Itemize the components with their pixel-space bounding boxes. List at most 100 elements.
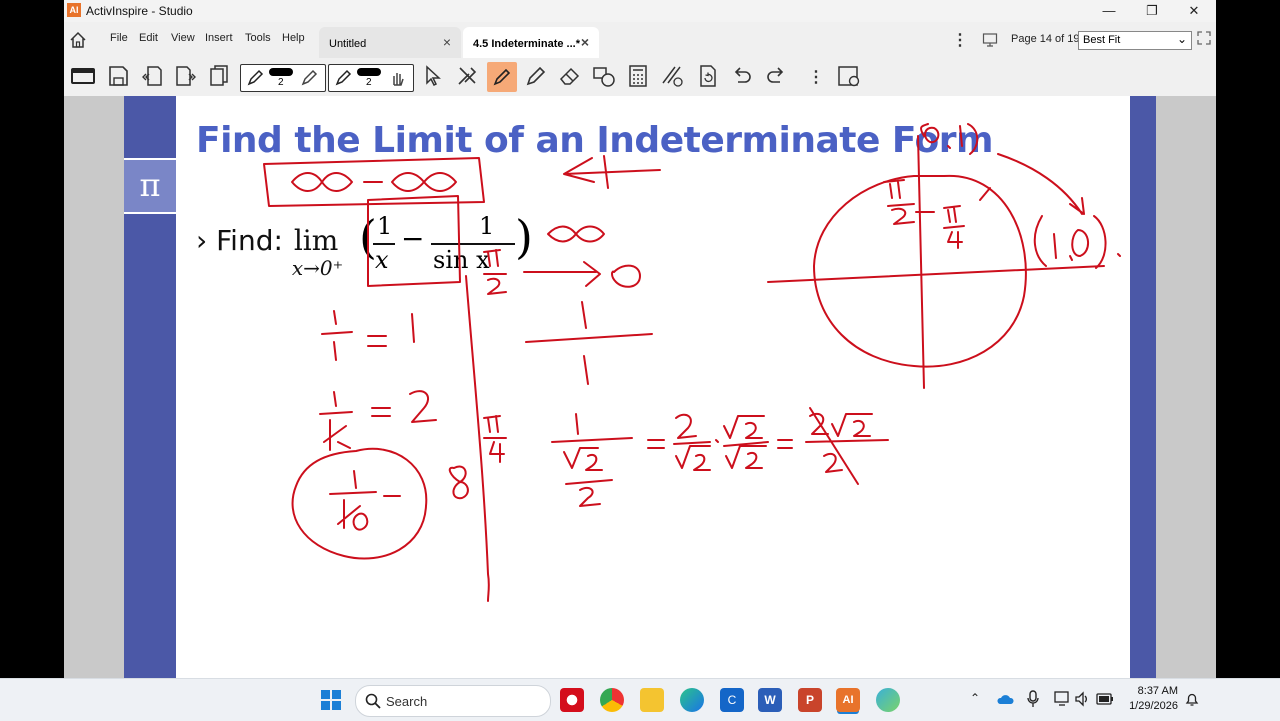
eraser-icon[interactable] [557, 63, 583, 89]
tab-label: Untitled [329, 38, 367, 50]
close-tab-icon[interactable]: × [443, 34, 451, 50]
ink-arrow-to-10 [997, 153, 1085, 215]
close-window-button[interactable]: ✕ [1174, 2, 1214, 20]
ink-circle-pi-over-2 [883, 179, 915, 225]
zoom-value: Best Fit [1083, 34, 1121, 46]
title-bar: AI ActivInspire - Studio — ❐ ✕ [64, 0, 1216, 22]
minimize-button[interactable]: — [1089, 2, 1129, 20]
main-menu-icon[interactable] [70, 63, 96, 89]
tools-icon[interactable] [454, 63, 480, 89]
ink-point-10 [1033, 215, 1121, 269]
more-options-icon[interactable]: ⋮ [952, 30, 968, 50]
pen-color-swatch[interactable] [357, 68, 381, 76]
toolbar-more-icon[interactable]: ⋮ [808, 67, 824, 87]
hand-icon[interactable] [387, 68, 407, 88]
menu-bar: File Edit View Insert Tools Help Untitle… [64, 22, 1216, 58]
search-placeholder: Search [386, 694, 428, 709]
onedrive-icon[interactable] [996, 692, 1014, 706]
calculator-icon[interactable] [625, 63, 651, 89]
maximize-button[interactable]: ❐ [1132, 2, 1172, 20]
toolbar: 2 2 ⋮ [64, 58, 1216, 97]
teams-icon[interactable]: C [720, 688, 744, 712]
ink-frac-one-one [321, 310, 415, 361]
ink-equals-2 [777, 439, 793, 449]
activinspire-app-icon: AI [67, 3, 81, 17]
window-title: ActivInspire - Studio [86, 4, 193, 18]
zoom-select[interactable]: Best Fit ⌄ [1078, 31, 1192, 50]
toolbar-settings-icon[interactable] [836, 63, 862, 89]
search-icon [365, 693, 381, 709]
ink-sqrt2-over-sqrt2 [723, 415, 769, 469]
ink-infinity-top [547, 225, 605, 243]
home-icon[interactable] [68, 30, 88, 50]
shapes-icon[interactable] [591, 63, 617, 89]
ink-x-axis [767, 265, 1105, 283]
flipchart-stage[interactable]: π Find the Limit of an Indeterminate For… [64, 96, 1216, 678]
powerpoint-icon[interactable]: P [798, 688, 822, 712]
activinspire-taskbar-icon[interactable]: AI [836, 688, 860, 712]
pen-tool-group-1[interactable]: 2 [240, 64, 326, 92]
highlighter-icon[interactable] [523, 63, 549, 89]
file-explorer-icon[interactable] [640, 688, 664, 712]
chrome-icon[interactable] [600, 688, 624, 712]
display-icon[interactable] [1054, 691, 1072, 707]
presentation-icon[interactable] [982, 32, 998, 48]
menu-view[interactable]: View [171, 32, 195, 44]
taskbar: Search C W P AI ⌃ 8:37 AM 1/29/2026 [0, 678, 1280, 721]
page-indicator: Page 14 of 19 [1011, 33, 1080, 45]
taskbar-search[interactable]: Search [355, 685, 551, 717]
word-icon[interactable]: W [758, 688, 782, 712]
save-icon[interactable] [105, 63, 131, 89]
ink-dot [715, 439, 719, 443]
ink-pi-over-2 [483, 249, 507, 295]
menu-tools[interactable]: Tools [245, 32, 271, 44]
pen-icon [493, 68, 511, 86]
ink-y-axis [917, 135, 925, 389]
previous-page-icon[interactable] [139, 63, 165, 89]
next-page-icon[interactable] [173, 63, 199, 89]
pen-tool-group-2[interactable]: 2 [328, 64, 414, 92]
reset-page-icon[interactable] [695, 63, 721, 89]
battery-icon[interactable] [1096, 692, 1114, 706]
ink-infinity-right [391, 172, 457, 192]
redo-icon[interactable] [763, 63, 789, 89]
menu-file[interactable]: File [110, 32, 128, 44]
volume-icon[interactable] [1074, 691, 1090, 707]
ink-two-sqrt2-over-2 [805, 407, 889, 485]
ink-pi-over-4 [483, 415, 507, 463]
ink-infinity-rotated [448, 465, 469, 500]
edge-icon[interactable] [680, 688, 704, 712]
ink-annotations[interactable] [124, 96, 1156, 678]
browser-app-icon[interactable] [876, 688, 900, 712]
pen-width-value: 2 [366, 77, 372, 88]
pen-tool-active[interactable] [487, 62, 517, 92]
select-cursor-icon[interactable] [420, 63, 446, 89]
ink-point-01 [920, 123, 979, 155]
chevron-up-icon[interactable]: ⌃ [970, 691, 980, 705]
menu-insert[interactable]: Insert [205, 32, 233, 44]
windows-start-icon[interactable] [320, 689, 342, 711]
ink-two-over-sqrt2 [673, 413, 711, 471]
microphone-icon[interactable] [1026, 690, 1040, 708]
close-tab-icon[interactable]: × [581, 34, 589, 50]
pen-icon[interactable] [245, 68, 265, 88]
notifications-icon[interactable] [1184, 691, 1200, 707]
clock-time[interactable]: 8:37 AM [1120, 685, 1178, 697]
ink-arrow [563, 155, 661, 189]
ink-equals-1 [647, 439, 665, 449]
flipchart-page[interactable]: π Find the Limit of an Indeterminate For… [124, 96, 1156, 678]
tab-indeterminate[interactable]: 4.5 Indeterminate ...* × [463, 27, 599, 58]
magic-ink-icon[interactable] [659, 63, 685, 89]
app-window: AI ActivInspire - Studio — ❐ ✕ File Edit… [64, 0, 1216, 720]
fullscreen-icon[interactable] [1197, 31, 1211, 45]
opera-icon[interactable] [560, 688, 584, 712]
pen-color-swatch[interactable] [269, 68, 293, 76]
clock-date[interactable]: 1/29/2026 [1120, 700, 1178, 712]
page-browser-icon[interactable] [207, 63, 233, 89]
highlighter-icon[interactable] [299, 68, 319, 88]
menu-edit[interactable]: Edit [139, 32, 158, 44]
pen-icon[interactable] [333, 68, 353, 88]
undo-icon[interactable] [729, 63, 755, 89]
menu-help[interactable]: Help [282, 32, 305, 44]
tab-untitled[interactable]: Untitled × [319, 27, 461, 58]
